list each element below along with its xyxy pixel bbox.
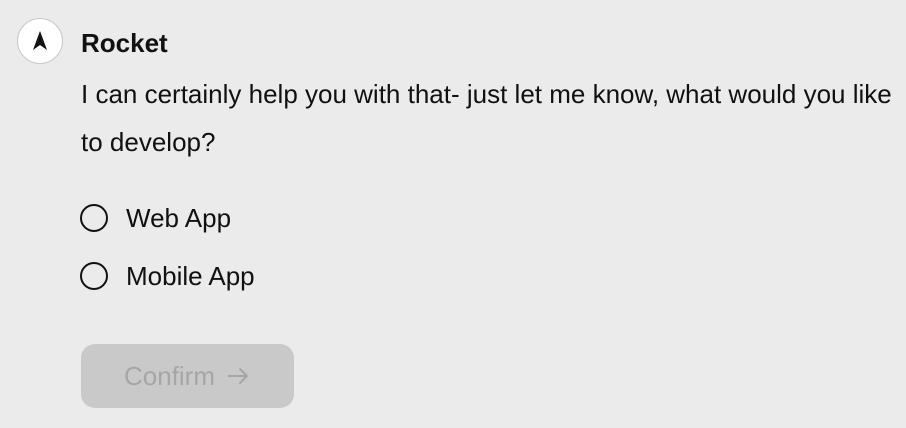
arrow-right-icon — [227, 366, 251, 386]
option-web-app[interactable]: Web App — [80, 196, 255, 240]
radio-button[interactable] — [80, 262, 108, 290]
avatar — [17, 18, 63, 64]
option-label: Web App — [126, 203, 232, 233]
confirm-button[interactable]: Confirm — [81, 344, 294, 408]
rocket-logo-icon — [33, 31, 47, 50]
assistant-name: Rocket — [81, 28, 168, 58]
option-label: Mobile App — [126, 261, 255, 291]
confirm-label: Confirm — [123, 360, 215, 391]
choice-list: Web App Mobile App — [80, 196, 255, 312]
assistant-message: I can certainly help you with that- just… — [81, 79, 892, 157]
radio-button[interactable] — [80, 204, 108, 232]
option-mobile-app[interactable]: Mobile App — [80, 254, 255, 298]
